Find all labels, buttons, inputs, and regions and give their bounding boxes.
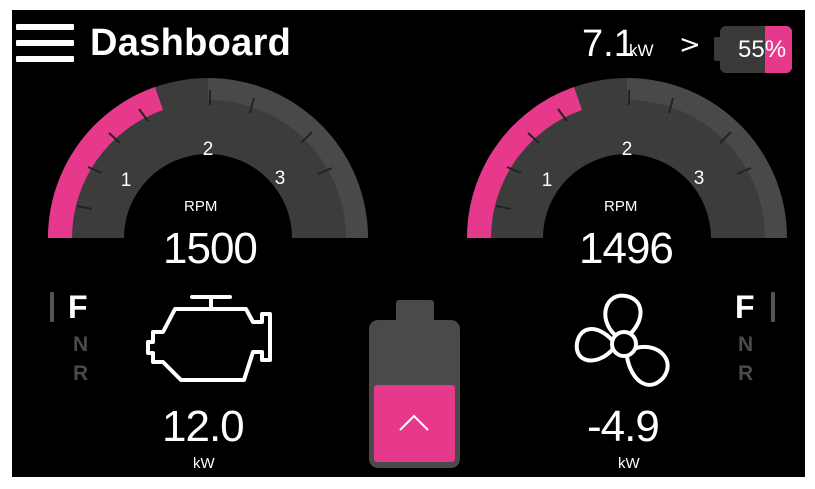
propeller-power-unit: kW <box>618 455 640 472</box>
left-gear-neutral[interactable]: N <box>73 333 88 357</box>
engine-power-unit: kW <box>193 455 215 472</box>
propeller-power-value: -4.9 <box>587 402 660 451</box>
right-gear-bar <box>771 292 775 322</box>
left-gauge-label: RPM <box>184 198 218 215</box>
right-gauge-tick-3: 3 <box>694 168 705 189</box>
left-gauge-tick-3: 3 <box>275 168 286 189</box>
left-gear-forward[interactable]: F <box>68 289 88 326</box>
right-gear-forward[interactable]: F <box>735 289 755 326</box>
right-gauge-tick-2: 2 <box>622 139 633 160</box>
left-gauge-tick-2: 2 <box>203 139 214 160</box>
dashboard-screen: Dashboard 7.1 kW > 55% 1 2 3 1 2 3 RPM 1… <box>12 10 805 477</box>
left-gear-bar <box>50 292 54 322</box>
chevron-up-icon <box>399 414 429 431</box>
left-gear-reverse[interactable]: R <box>73 362 88 386</box>
right-gauge-tick-1: 1 <box>542 170 553 191</box>
right-gear-neutral[interactable]: N <box>738 333 753 357</box>
propeller-icon <box>574 293 670 387</box>
right-gear-reverse[interactable]: R <box>738 362 753 386</box>
up-button[interactable] <box>374 385 455 462</box>
left-rpm-value: 1500 <box>163 224 258 273</box>
right-rpm-value: 1496 <box>579 224 674 273</box>
engine-icon <box>146 295 272 382</box>
left-gauge-tick-1: 1 <box>121 170 132 191</box>
right-gauge-label: RPM <box>604 198 638 215</box>
engine-power-value: 12.0 <box>162 402 245 451</box>
